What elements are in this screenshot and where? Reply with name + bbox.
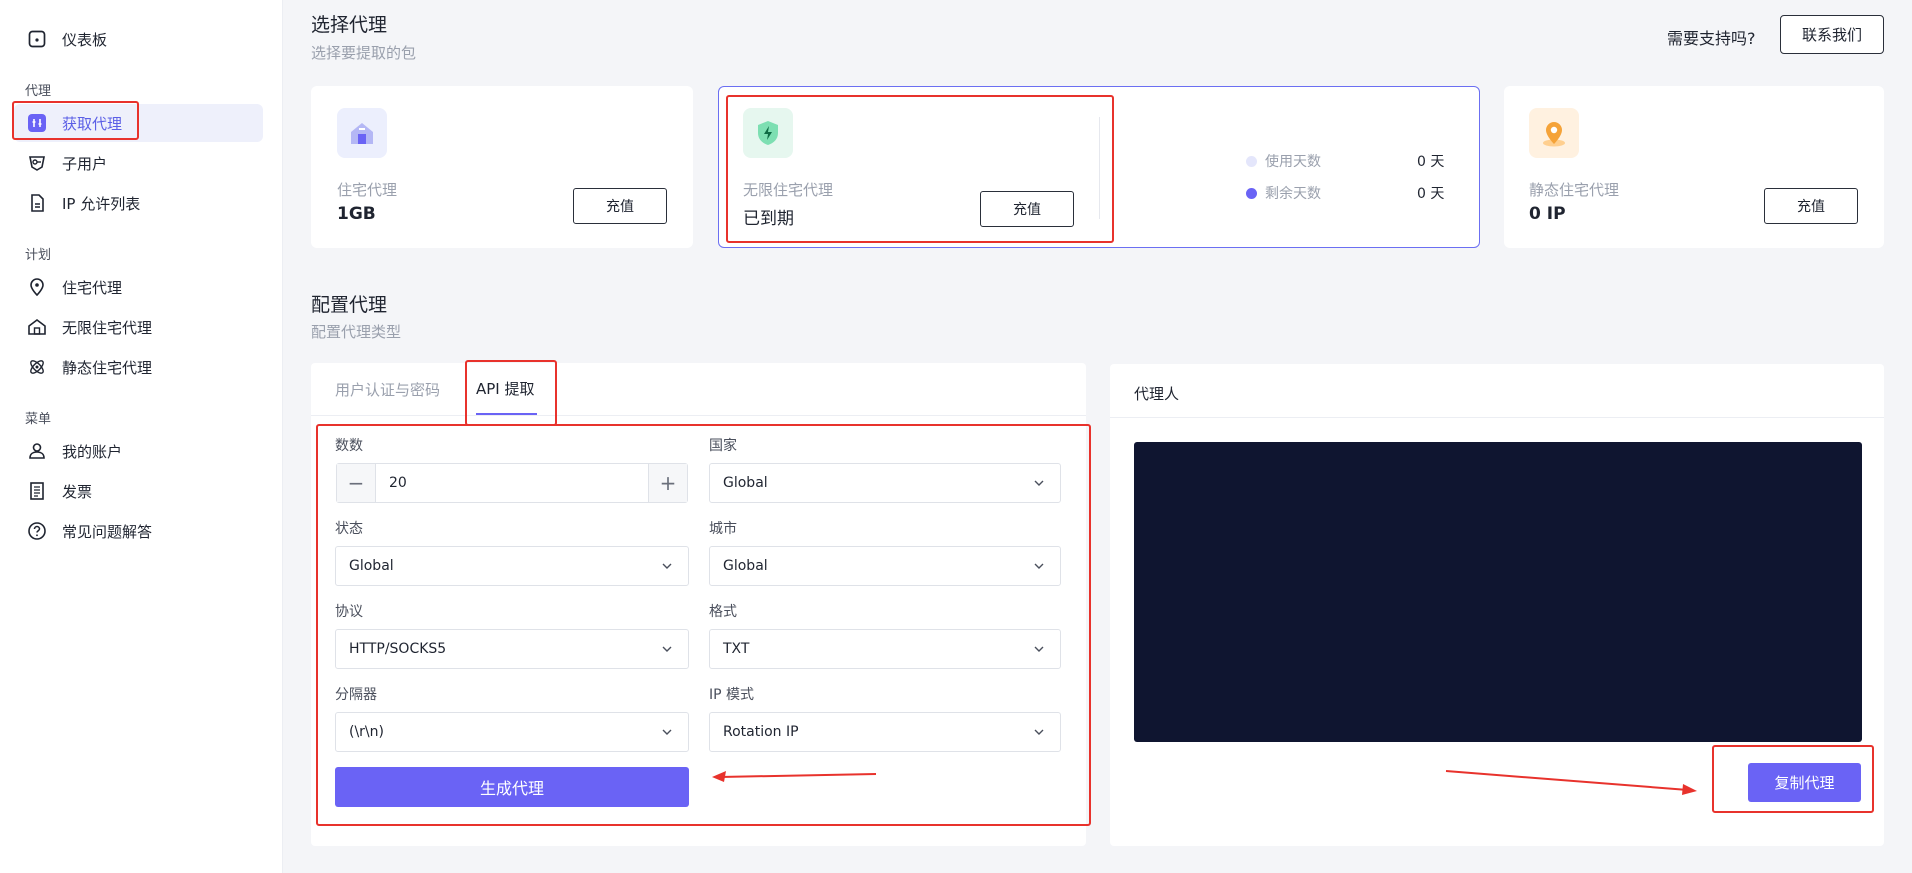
annotation-arrowhead-copy [1682, 784, 1697, 795]
annotation-arrow-generate [719, 773, 877, 778]
annotation-arrowhead-generate [712, 771, 726, 782]
annotation-arrow-copy [1445, 770, 1689, 791]
annotation-arrows [712, 770, 1697, 795]
